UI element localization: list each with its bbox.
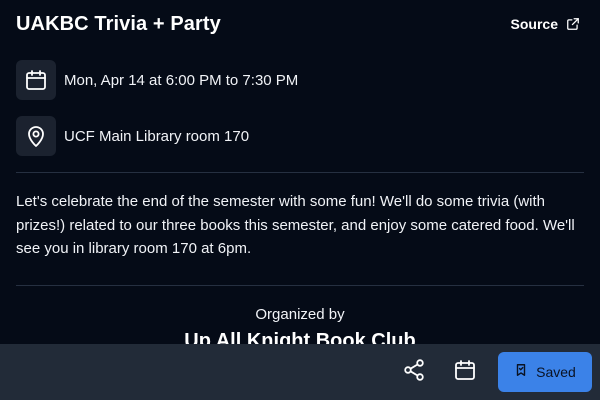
action-bar: Saved bbox=[0, 344, 600, 400]
location-pin-icon bbox=[16, 116, 56, 156]
saved-button[interactable]: Saved bbox=[498, 352, 592, 392]
saved-label: Saved bbox=[536, 364, 576, 380]
event-title: UAKBC Trivia + Party bbox=[16, 13, 221, 35]
event-description: Let's celebrate the end of the semester … bbox=[16, 193, 575, 257]
source-link[interactable]: Source bbox=[511, 16, 580, 32]
date-row: Mon, Apr 14 at 6:00 PM to 7:30 PM bbox=[16, 60, 298, 100]
event-date-time: Mon, Apr 14 at 6:00 PM to 7:30 PM bbox=[64, 71, 299, 89]
calendar-icon bbox=[453, 358, 477, 387]
bookmark-icon bbox=[514, 363, 528, 382]
divider bbox=[16, 172, 584, 173]
external-link-icon bbox=[566, 17, 580, 31]
source-label: Source bbox=[510, 16, 558, 32]
location-row: UCF Main Library room 170 bbox=[16, 116, 249, 156]
share-button[interactable] bbox=[400, 358, 428, 386]
divider bbox=[16, 285, 584, 286]
organized-by-label: Organized by bbox=[255, 306, 345, 323]
share-icon bbox=[402, 358, 426, 387]
event-header: UAKBC Trivia + Party Source bbox=[16, 13, 584, 41]
event-location: UCF Main Library room 170 bbox=[64, 127, 250, 145]
calendar-icon bbox=[16, 60, 56, 100]
add-to-calendar-button[interactable] bbox=[451, 358, 479, 386]
